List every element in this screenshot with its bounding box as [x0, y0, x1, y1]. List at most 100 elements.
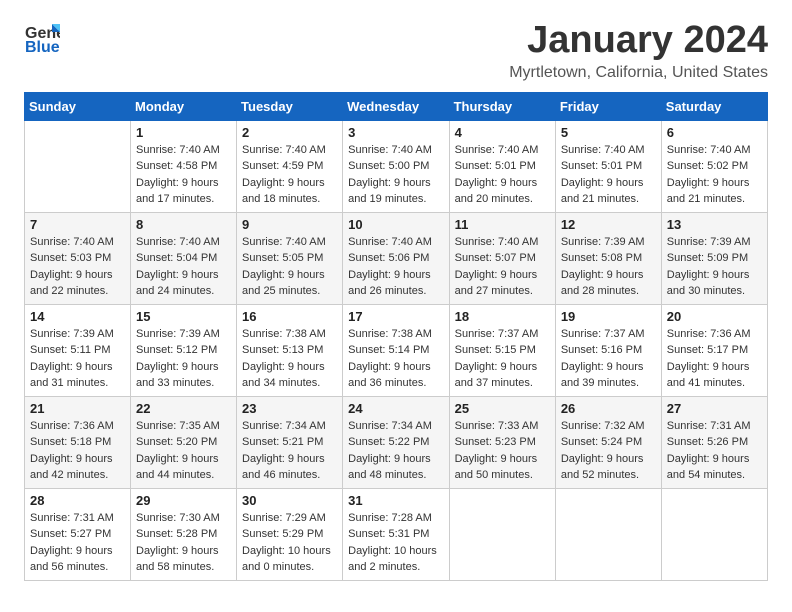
calendar-cell: 22 Sunrise: 7:35 AMSunset: 5:20 PMDayligh… [131, 396, 237, 488]
calendar-cell: 31Sunrise: 7:28 AMSunset: 5:31 PMDayligh… [343, 488, 449, 580]
day-info: Sunrise: 7:38 AMSunset: 5:14 PMDaylight:… [348, 326, 443, 392]
header-wednesday: Wednesday [343, 92, 449, 120]
day-number: 14 [30, 309, 125, 324]
day-number: 9 [242, 217, 337, 232]
day-number: 13 [667, 217, 762, 232]
calendar-cell: 4 Sunrise: 7:40 AMSunset: 5:01 PMDaylight… [449, 120, 555, 212]
calendar-cell: 15 Sunrise: 7:39 AMSunset: 5:12 PMDayligh… [131, 304, 237, 396]
day-info: Sunrise: 7:34 AMSunset: 5:21 PMDaylight:… [242, 418, 337, 484]
day-info: Sunrise: 7:37 AMSunset: 5:16 PMDaylight:… [561, 326, 656, 392]
calendar-cell: 12 Sunrise: 7:39 AMSunset: 5:08 PMDayligh… [555, 212, 661, 304]
day-number: 17 [348, 309, 443, 324]
day-number: 12 [561, 217, 656, 232]
day-info: Sunrise: 7:33 AMSunset: 5:23 PMDaylight:… [455, 418, 550, 484]
calendar-cell: 5Sunrise: 7:40 AMSunset: 5:01 PMDaylight… [555, 120, 661, 212]
day-number: 11 [455, 217, 550, 232]
calendar-cell: 9 Sunrise: 7:40 AMSunset: 5:05 PMDaylight… [237, 212, 343, 304]
header-sunday: Sunday [25, 92, 131, 120]
day-number: 8 [136, 217, 231, 232]
day-number: 24 [348, 401, 443, 416]
day-number: 25 [455, 401, 550, 416]
calendar-table: SundayMondayTuesdayWednesdayThursdayFrid… [24, 92, 768, 581]
day-info: Sunrise: 7:31 AMSunset: 5:27 PMDaylight:… [30, 510, 125, 576]
day-number: 3 [348, 125, 443, 140]
day-number: 10 [348, 217, 443, 232]
day-info: Sunrise: 7:36 AMSunset: 5:18 PMDaylight:… [30, 418, 125, 484]
day-info: Sunrise: 7:40 AMSunset: 5:03 PMDaylight:… [30, 234, 125, 300]
day-number: 29 [136, 493, 231, 508]
day-info: Sunrise: 7:40 AMSunset: 5:06 PMDaylight:… [348, 234, 443, 300]
calendar-cell: 30 Sunrise: 7:29 AMSunset: 5:29 PMDayligh… [237, 488, 343, 580]
calendar-cell [661, 488, 767, 580]
day-info: Sunrise: 7:38 AMSunset: 5:13 PMDaylight:… [242, 326, 337, 392]
day-info: Sunrise: 7:34 AMSunset: 5:22 PMDaylight:… [348, 418, 443, 484]
day-info: Sunrise: 7:40 AMSunset: 5:01 PMDaylight:… [455, 142, 550, 208]
calendar-cell: 24 Sunrise: 7:34 AMSunset: 5:22 PMDayligh… [343, 396, 449, 488]
calendar-cell: 18 Sunrise: 7:37 AMSunset: 5:15 PMDayligh… [449, 304, 555, 396]
page-title: January 2024 [509, 20, 768, 62]
calendar-cell: 1Sunrise: 7:40 AMSunset: 4:58 PMDaylight… [131, 120, 237, 212]
svg-text:Blue: Blue [25, 39, 60, 56]
calendar-cell: 3 Sunrise: 7:40 AMSunset: 5:00 PMDaylight… [343, 120, 449, 212]
day-info: Sunrise: 7:39 AMSunset: 5:12 PMDaylight:… [136, 326, 231, 392]
day-number: 23 [242, 401, 337, 416]
calendar-cell: 25 Sunrise: 7:33 AMSunset: 5:23 PMDayligh… [449, 396, 555, 488]
logo-icon: General Blue [24, 20, 60, 56]
day-info: Sunrise: 7:39 AMSunset: 5:11 PMDaylight:… [30, 326, 125, 392]
day-info: Sunrise: 7:40 AMSunset: 5:07 PMDaylight:… [455, 234, 550, 300]
week-row-2: 14 Sunrise: 7:39 AMSunset: 5:11 PMDayligh… [25, 304, 768, 396]
day-info: Sunrise: 7:32 AMSunset: 5:24 PMDaylight:… [561, 418, 656, 484]
calendar-cell: 26 Sunrise: 7:32 AMSunset: 5:24 PMDayligh… [555, 396, 661, 488]
calendar-cell: 16 Sunrise: 7:38 AMSunset: 5:13 PMDayligh… [237, 304, 343, 396]
header-monday: Monday [131, 92, 237, 120]
day-number: 15 [136, 309, 231, 324]
day-info: Sunrise: 7:35 AMSunset: 5:20 PMDaylight:… [136, 418, 231, 484]
calendar-cell: 10 Sunrise: 7:40 AMSunset: 5:06 PMDayligh… [343, 212, 449, 304]
calendar-cell [25, 120, 131, 212]
header-friday: Friday [555, 92, 661, 120]
day-info: Sunrise: 7:40 AMSunset: 5:01 PMDaylight:… [561, 142, 656, 208]
day-info: Sunrise: 7:40 AMSunset: 5:02 PMDaylight:… [667, 142, 762, 208]
day-number: 21 [30, 401, 125, 416]
day-number: 20 [667, 309, 762, 324]
calendar-cell: 13Sunrise: 7:39 AMSunset: 5:09 PMDayligh… [661, 212, 767, 304]
day-info: Sunrise: 7:40 AMSunset: 5:05 PMDaylight:… [242, 234, 337, 300]
header-thursday: Thursday [449, 92, 555, 120]
page-subtitle: Myrtletown, California, United States [509, 64, 768, 82]
day-number: 2 [242, 125, 337, 140]
day-number: 18 [455, 309, 550, 324]
day-info: Sunrise: 7:28 AMSunset: 5:31 PMDaylight:… [348, 510, 443, 576]
day-number: 22 [136, 401, 231, 416]
calendar-cell: 2 Sunrise: 7:40 AMSunset: 4:59 PMDaylight… [237, 120, 343, 212]
header-saturday: Saturday [661, 92, 767, 120]
calendar-cell: 11 Sunrise: 7:40 AMSunset: 5:07 PMDayligh… [449, 212, 555, 304]
day-info: Sunrise: 7:30 AMSunset: 5:28 PMDaylight:… [136, 510, 231, 576]
day-number: 4 [455, 125, 550, 140]
day-info: Sunrise: 7:37 AMSunset: 5:15 PMDaylight:… [455, 326, 550, 392]
day-number: 16 [242, 309, 337, 324]
day-number: 28 [30, 493, 125, 508]
day-info: Sunrise: 7:40 AMSunset: 5:00 PMDaylight:… [348, 142, 443, 208]
calendar-cell: 29 Sunrise: 7:30 AMSunset: 5:28 PMDayligh… [131, 488, 237, 580]
day-info: Sunrise: 7:40 AMSunset: 4:59 PMDaylight:… [242, 142, 337, 208]
day-number: 27 [667, 401, 762, 416]
day-info: Sunrise: 7:29 AMSunset: 5:29 PMDaylight:… [242, 510, 337, 576]
calendar-cell: 20 Sunrise: 7:36 AMSunset: 5:17 PMDayligh… [661, 304, 767, 396]
day-number: 30 [242, 493, 337, 508]
week-row-1: 7Sunrise: 7:40 AMSunset: 5:03 PMDaylight… [25, 212, 768, 304]
day-number: 1 [136, 125, 231, 140]
week-row-0: 1Sunrise: 7:40 AMSunset: 4:58 PMDaylight… [25, 120, 768, 212]
calendar-cell: 21 Sunrise: 7:36 AMSunset: 5:18 PMDayligh… [25, 396, 131, 488]
calendar-cell: 14 Sunrise: 7:39 AMSunset: 5:11 PMDayligh… [25, 304, 131, 396]
day-info: Sunrise: 7:36 AMSunset: 5:17 PMDaylight:… [667, 326, 762, 392]
calendar-cell [449, 488, 555, 580]
logo: General Blue [24, 20, 60, 56]
page-header: General Blue January 2024 Myrtletown, Ca… [24, 20, 768, 82]
day-info: Sunrise: 7:39 AMSunset: 5:08 PMDaylight:… [561, 234, 656, 300]
calendar-header-row: SundayMondayTuesdayWednesdayThursdayFrid… [25, 92, 768, 120]
title-area: January 2024 Myrtletown, California, Uni… [509, 20, 768, 82]
day-info: Sunrise: 7:40 AMSunset: 5:04 PMDaylight:… [136, 234, 231, 300]
day-number: 26 [561, 401, 656, 416]
week-row-3: 21 Sunrise: 7:36 AMSunset: 5:18 PMDayligh… [25, 396, 768, 488]
calendar-cell: 7Sunrise: 7:40 AMSunset: 5:03 PMDaylight… [25, 212, 131, 304]
